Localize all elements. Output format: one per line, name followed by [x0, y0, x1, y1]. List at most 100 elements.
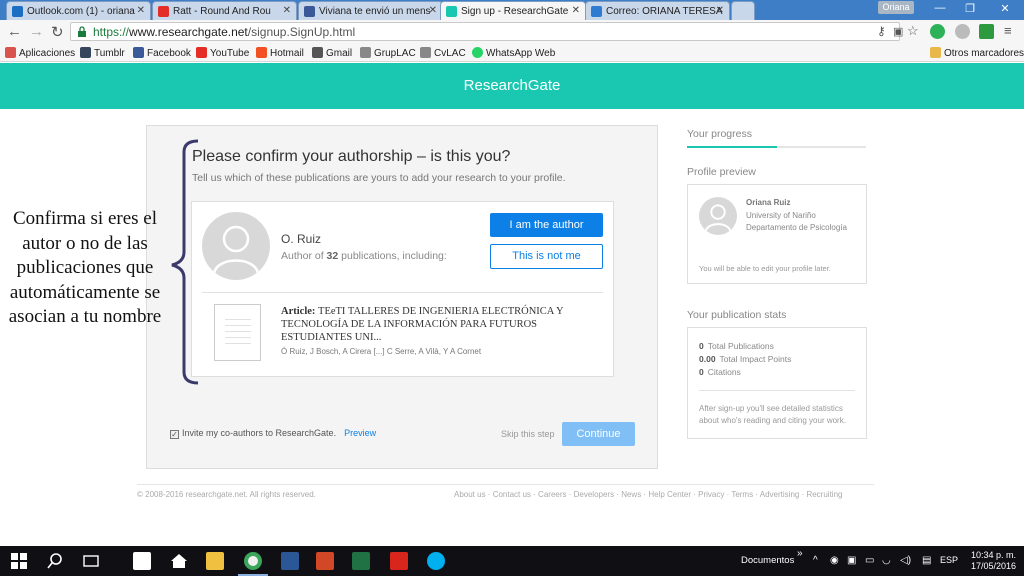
- other-bookmarks[interactable]: Otros marcadores: [930, 47, 1024, 59]
- facebook-icon: [304, 6, 315, 17]
- stat-label: Total Publications: [707, 341, 774, 351]
- tab-facebook[interactable]: Viviana te envió un mens ✕: [298, 1, 443, 20]
- count-prefix: Author of: [281, 250, 327, 262]
- stat-citations: 0 Citations: [699, 367, 741, 377]
- brand-logo[interactable]: ResearchGate: [464, 77, 561, 94]
- profile-chip[interactable]: Oriana: [878, 1, 914, 14]
- tray-shield-icon[interactable]: ▣: [847, 555, 856, 566]
- bookmark-facebook[interactable]: Facebook: [133, 47, 191, 59]
- network-icon[interactable]: ◡: [882, 555, 891, 566]
- menu-icon[interactable]: ≡: [1004, 23, 1012, 38]
- acrobat-icon[interactable]: [390, 552, 408, 570]
- url-scheme: https://: [93, 25, 130, 39]
- translate-icon[interactable]: ▣: [893, 25, 903, 38]
- close-icon[interactable]: ✕: [716, 5, 724, 16]
- address-bar[interactable]: https://www.researchgate.net/signup.Sign…: [70, 22, 900, 41]
- footer-link-recruiting[interactable]: Recruiting: [806, 490, 842, 499]
- battery-icon[interactable]: ▭: [865, 555, 874, 566]
- this-is-not-me-button[interactable]: This is not me: [490, 244, 603, 269]
- bookmark-tumblr[interactable]: Tumblr: [80, 47, 125, 59]
- footer-link-about[interactable]: About us: [454, 490, 486, 499]
- preview-note: You will be able to edit your profile la…: [699, 264, 831, 273]
- copyright: © 2008-2016 researchgate.net. All rights…: [137, 490, 316, 499]
- browser-toolbar: ← → ↻ https://www.researchgate.net/signu…: [0, 20, 1024, 44]
- bookmark-gruplac[interactable]: GrupLAC: [360, 47, 416, 59]
- close-icon[interactable]: ✕: [283, 5, 291, 16]
- skip-step-link[interactable]: Skip this step: [501, 429, 555, 439]
- evernote-extension-icon[interactable]: [979, 24, 994, 39]
- bookmark-gmail[interactable]: Gmail: [312, 47, 352, 59]
- tab-correo[interactable]: Correo: ORIANA TERESA ✕: [585, 1, 730, 20]
- word-icon[interactable]: [281, 552, 299, 570]
- reload-icon[interactable]: ↻: [51, 23, 64, 41]
- chevron-up-icon[interactable]: ^: [813, 555, 818, 566]
- footer-link-help[interactable]: Help Center: [648, 490, 691, 499]
- key-icon[interactable]: ⚷: [877, 24, 886, 38]
- document-icon: [214, 304, 261, 361]
- footer-link-developers[interactable]: Developers: [574, 490, 614, 499]
- stat-value: 0.00: [699, 354, 716, 364]
- bookmark-cvlac[interactable]: CvLAC: [420, 47, 466, 59]
- continue-button[interactable]: Continue: [562, 422, 635, 446]
- publication-stats-label: Your publication stats: [687, 309, 787, 321]
- preview-university: University of Nariño: [746, 211, 816, 220]
- invite-preview-link[interactable]: Preview: [344, 428, 376, 438]
- notification-icon[interactable]: ▤: [922, 555, 931, 566]
- windows-start-icon[interactable]: [10, 552, 28, 570]
- bookmark-hotmail[interactable]: Hotmail: [256, 47, 304, 59]
- new-tab-button[interactable]: [731, 1, 755, 20]
- youtube-icon: [196, 47, 207, 58]
- close-icon[interactable]: ✕: [429, 5, 437, 16]
- bookmark-apps[interactable]: Aplicaciones: [5, 47, 75, 59]
- volume-icon[interactable]: ◁): [900, 555, 911, 566]
- author-publication-count: Author of 32 publications, including:: [281, 250, 447, 262]
- stat-label: Citations: [707, 367, 741, 377]
- gruplac-icon: [360, 47, 371, 58]
- minimize-icon[interactable]: —: [930, 2, 950, 14]
- windows-taskbar: Documentos » ^ ◉ ▣ ▭ ◡ ◁) ▤ ESP 10:34 p.…: [0, 546, 1024, 576]
- tab-youtube[interactable]: Ratt - Round And Rou ✕: [152, 1, 297, 20]
- toolbar-expand-icon[interactable]: »: [797, 548, 803, 559]
- file-explorer-icon[interactable]: [206, 552, 224, 570]
- publication-title[interactable]: Article: TEeTI TALLERES DE INGENIERIA EL…: [281, 305, 601, 344]
- star-icon[interactable]: ☆: [907, 23, 919, 39]
- home-icon[interactable]: [170, 552, 188, 570]
- footer-link-advertising[interactable]: Advertising: [760, 490, 800, 499]
- tray-app-icon[interactable]: ◉: [830, 555, 839, 566]
- stats-note: After sign-up you'll see detailed statis…: [699, 404, 846, 425]
- chrome-icon[interactable]: [244, 552, 262, 570]
- search-icon[interactable]: [46, 552, 64, 570]
- tab-researchgate[interactable]: Sign up - ResearchGate ✕: [440, 1, 586, 20]
- excel-icon[interactable]: [352, 552, 370, 570]
- bookmark-whatsapp[interactable]: WhatsApp Web: [472, 47, 555, 59]
- documents-toolbar[interactable]: Documentos: [741, 555, 794, 566]
- lock-icon: [78, 26, 86, 37]
- restore-icon[interactable]: ❐: [960, 2, 980, 15]
- clock[interactable]: 10:34 p. m. 17/05/2016: [968, 550, 1016, 572]
- skype-icon[interactable]: [427, 552, 445, 570]
- bookmark-label: CvLAC: [434, 48, 466, 59]
- input-language[interactable]: ESP: [940, 555, 958, 565]
- close-window-icon[interactable]: ✕: [995, 2, 1015, 15]
- footer-link-careers[interactable]: Careers: [538, 490, 566, 499]
- back-icon[interactable]: ←: [7, 23, 22, 40]
- skype-extension-icon[interactable]: [955, 24, 970, 39]
- footer-link-news[interactable]: News: [621, 490, 641, 499]
- tab-label: Ratt - Round And Rou: [173, 6, 271, 17]
- i-am-the-author-button[interactable]: I am the author: [490, 213, 603, 237]
- invite-checkbox[interactable]: ✓: [170, 430, 179, 439]
- footer-link-terms[interactable]: Terms: [731, 490, 753, 499]
- bookmark-youtube[interactable]: YouTube: [196, 47, 249, 59]
- extension-green-icon[interactable]: [930, 24, 945, 39]
- footer-link-contact[interactable]: Contact us: [493, 490, 531, 499]
- annotation-text: Confirma si eres el autor o no de las pu…: [8, 208, 162, 327]
- footer-link-privacy[interactable]: Privacy: [698, 490, 724, 499]
- close-icon[interactable]: ✕: [137, 5, 145, 16]
- forward-icon[interactable]: →: [29, 23, 44, 40]
- close-icon[interactable]: ✕: [572, 5, 580, 16]
- powerpoint-icon[interactable]: [316, 552, 334, 570]
- task-view-icon[interactable]: [82, 552, 100, 570]
- tab-outlook[interactable]: Outlook.com (1) - oriana ✕: [6, 1, 151, 20]
- researchgate-header: ResearchGate: [0, 63, 1024, 109]
- store-icon[interactable]: [133, 552, 151, 570]
